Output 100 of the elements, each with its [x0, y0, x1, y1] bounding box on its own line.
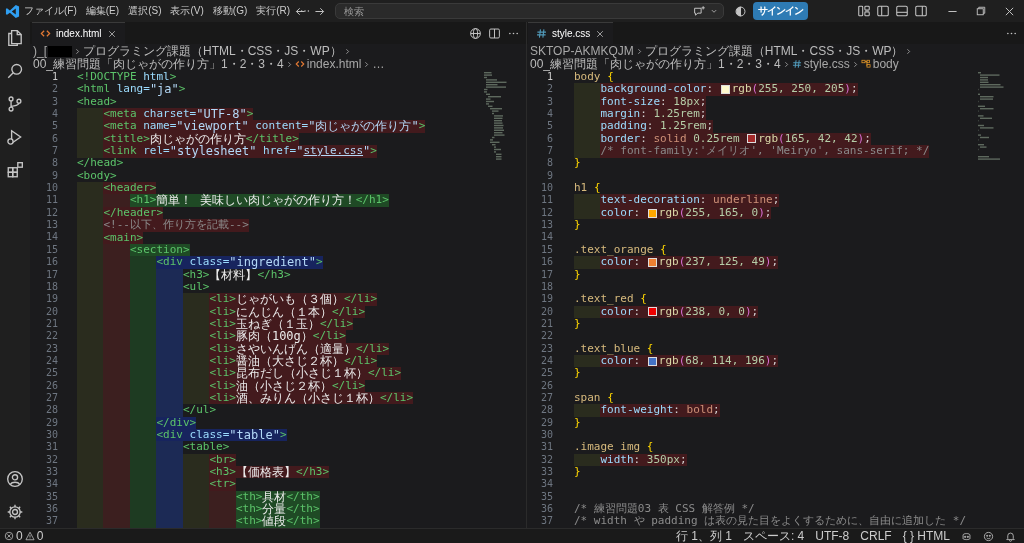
status-item[interactable]: UTF-8 — [815, 529, 850, 543]
code-line: <html lang="ja"> — [77, 83, 186, 96]
panel-toggle-icon[interactable] — [895, 4, 909, 18]
line-number: 12 — [539, 206, 553, 220]
code-line: <table> — [182, 441, 230, 454]
redaction-bar — [48, 45, 72, 57]
account-icon[interactable] — [6, 470, 24, 488]
copilot-icon[interactable] — [961, 530, 972, 542]
line-number: 11 — [44, 194, 58, 207]
code-line: .image img { — [574, 441, 654, 454]
line-number: 32 — [539, 453, 553, 466]
line-number: 3 — [50, 95, 58, 109]
close-icon[interactable] — [595, 28, 606, 39]
code-line: h1 { — [574, 182, 601, 195]
line-number: 12 — [44, 206, 58, 220]
bell-icon[interactable] — [1005, 530, 1016, 542]
globe-icon[interactable] — [469, 26, 482, 40]
line-number: 33 — [44, 466, 58, 479]
breadcrumb-item[interactable]: プログラミング課題（HTML・CSS・JS・WP） — [83, 44, 342, 58]
line-number: 27 — [44, 391, 58, 405]
menu-item[interactable]: 実行(R) — [256, 3, 291, 19]
code-brackets-icon — [40, 28, 51, 39]
chat-sparkle-icon[interactable] — [693, 4, 706, 18]
half-circle-icon[interactable] — [734, 4, 747, 18]
line-number: 21 — [539, 317, 553, 331]
problems-status[interactable]: 0 0 — [0, 529, 48, 543]
line-number: 28 — [539, 404, 553, 417]
code-line: </head> — [77, 157, 124, 170]
code-line: } — [574, 268, 581, 281]
search-bar[interactable]: 検索 — [335, 3, 724, 19]
line-number: 35 — [44, 490, 58, 504]
line-number: 9 — [545, 169, 553, 183]
code-line: /* 練習問題03 表 CSS 解答例 */ — [574, 503, 755, 516]
menu-item[interactable]: 表示(V) — [170, 3, 204, 19]
code-text: rgb(238, 0, 0); — [658, 305, 759, 318]
code-line: <ul> — [182, 280, 210, 294]
line-number: 7 — [50, 145, 58, 158]
status-item[interactable]: 行 1、列 1 — [675, 527, 732, 543]
search-icon[interactable] — [6, 62, 24, 80]
line-number: 27 — [539, 391, 553, 405]
code-text: background-color: — [600, 83, 715, 96]
breadcrumb-item[interactable]: SKTOP-AKMKQJM — [530, 44, 634, 58]
line-number: 22 — [44, 330, 58, 343]
sign-in-button[interactable]: サインイン — [753, 2, 808, 20]
line-number: 2 — [50, 83, 58, 96]
menu-item[interactable]: ファイル(F) — [24, 3, 77, 19]
line-number: 20 — [44, 305, 58, 318]
line-number: 4 — [50, 108, 58, 121]
line-number: 31 — [539, 441, 553, 454]
breadcrumb-item[interactable]: )_[ — [33, 44, 47, 58]
app-logo-icon — [4, 3, 20, 19]
sidebar-toggle-icon[interactable] — [876, 4, 890, 18]
breadcrumb-item[interactable]: 00_練習問題「肉じゃがの作り方」1・2・3・4 — [33, 57, 284, 71]
settings-icon[interactable] — [6, 503, 24, 521]
line-number: 5 — [50, 120, 58, 133]
symbol-icon — [860, 59, 871, 69]
feedback-icon[interactable] — [983, 530, 994, 542]
code-line: <h3>【材料】</h3> — [182, 268, 291, 281]
breadcrumb-item[interactable]: style.css — [791, 57, 850, 71]
code-line: .text_blue { — [574, 342, 654, 355]
close-icon[interactable] — [106, 28, 117, 39]
breadcrumb-item[interactable]: … — [372, 57, 385, 71]
run-debug-icon[interactable] — [6, 128, 24, 146]
line-number: 10 — [539, 182, 553, 195]
line-number: 8 — [545, 157, 553, 170]
code-line: } — [574, 466, 581, 479]
breadcrumb-item[interactable]: 00_練習問題「肉じゃがの作り方」1・2・3・4 — [530, 57, 781, 71]
menu-item[interactable]: 編集(E) — [85, 3, 120, 19]
files-icon[interactable] — [6, 29, 24, 47]
line-number: 14 — [539, 231, 553, 244]
breadcrumb-item[interactable]: body — [860, 57, 899, 71]
status-item[interactable]: { } HTML — [902, 529, 950, 543]
line-number: 23 — [539, 342, 553, 355]
source-control-icon[interactable] — [6, 95, 24, 113]
breadcrumb-item[interactable]: index.html — [294, 57, 362, 71]
code-line: } — [574, 317, 581, 331]
extensions-icon[interactable] — [6, 161, 24, 179]
line-number: 4 — [545, 108, 553, 121]
line-number: 9 — [50, 169, 58, 183]
editor-tab[interactable]: style.css — [528, 22, 614, 44]
code-text: color: — [600, 305, 642, 318]
status-item[interactable]: スペース: 4 — [742, 527, 805, 543]
line-number: 6 — [545, 132, 553, 146]
menu-item[interactable]: 選択(S) — [128, 3, 162, 19]
menu-item[interactable]: 移動(G) — [212, 3, 248, 19]
restore-icon[interactable] — [975, 4, 987, 17]
code-line: <head> — [77, 95, 117, 109]
line-number: 25 — [539, 367, 553, 380]
line-number: 8 — [50, 157, 58, 170]
status-item[interactable]: CRLF — [860, 529, 892, 543]
line-number: 22 — [539, 330, 553, 343]
line-number: 37 — [44, 515, 58, 528]
editor-tab[interactable]: index.html — [32, 22, 125, 44]
line-number: 7 — [545, 145, 553, 158]
search-field[interactable]: 検索 — [344, 5, 690, 17]
split-editor-icon[interactable] — [488, 26, 501, 40]
breadcrumb-item[interactable]: プログラミング課題（HTML・CSS・JS・WP） — [644, 44, 904, 58]
code-line: /* width や padding は表の見た目をよくするために、自由に追加した */ — [574, 515, 967, 528]
panel-layout-icon[interactable] — [857, 4, 871, 18]
secondary-sidebar-icon[interactable] — [914, 4, 928, 18]
